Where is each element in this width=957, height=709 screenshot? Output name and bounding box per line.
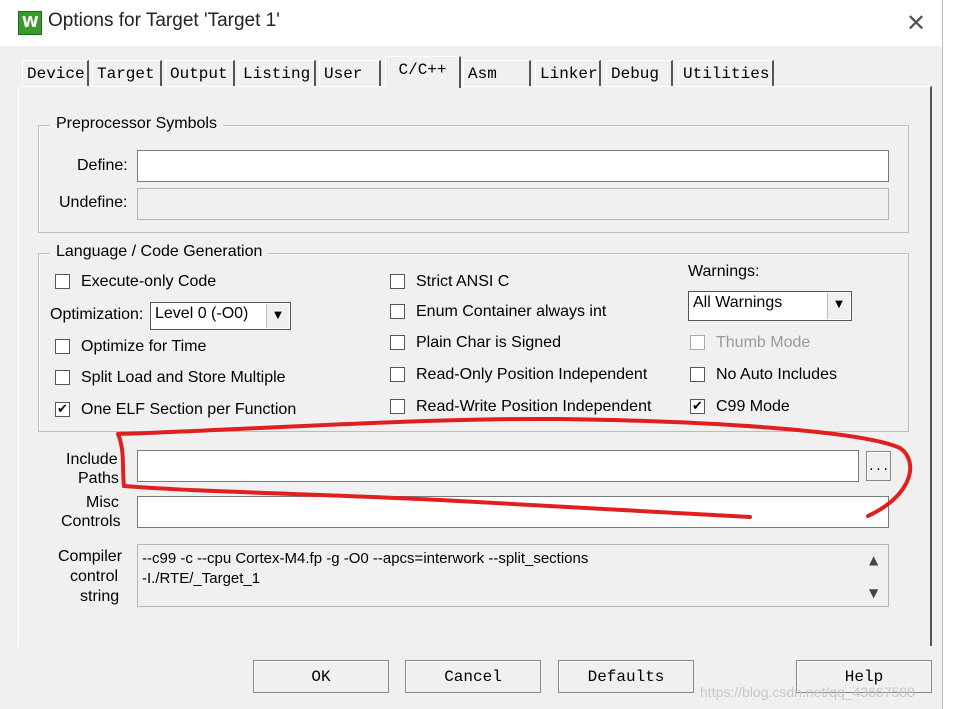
tab-c-cpp[interactable]: C/C++ bbox=[385, 56, 461, 88]
red-annotation-outline bbox=[116, 416, 913, 519]
